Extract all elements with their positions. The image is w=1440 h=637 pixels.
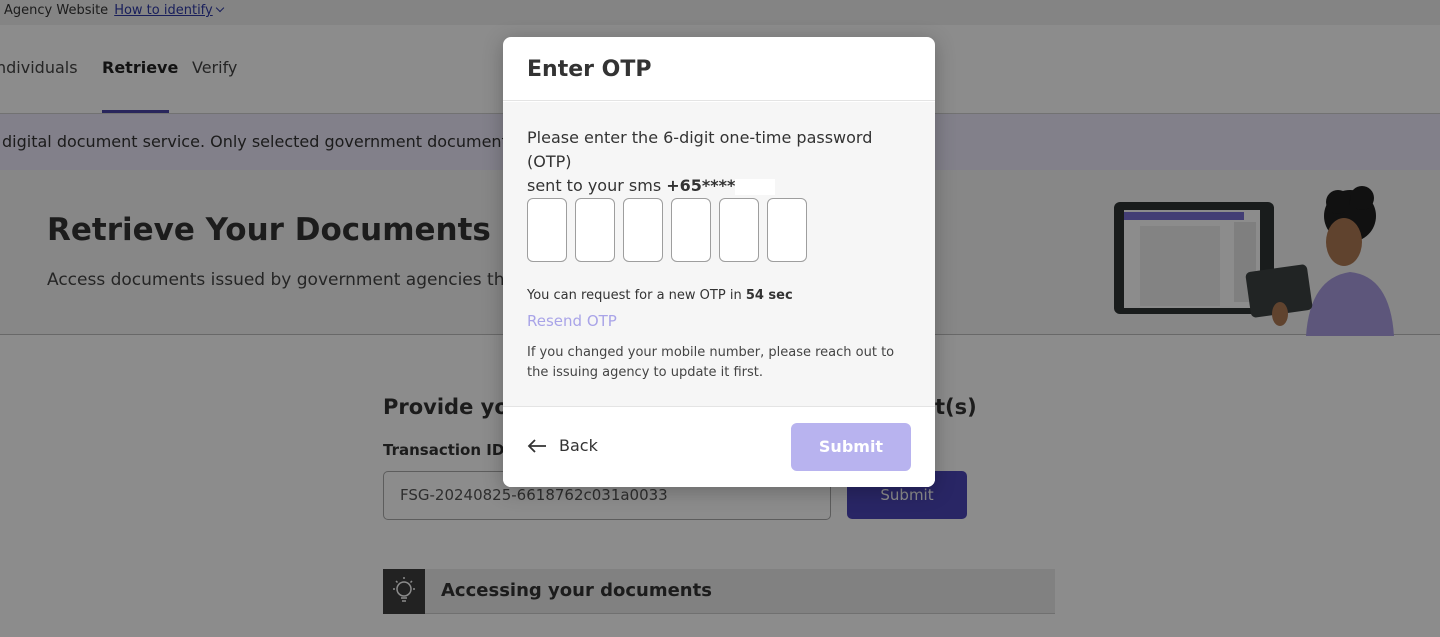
- otp-countdown: You can request for a new OTP in 54 sec: [527, 288, 793, 303]
- modal-title: Enter OTP: [527, 57, 652, 82]
- masked-phone-number: +65****: [666, 176, 736, 195]
- otp-digit-input-4[interactable]: [671, 198, 711, 262]
- back-label: Back: [559, 436, 598, 455]
- modal-footer: Back Submit: [503, 406, 935, 487]
- otp-digit-input-6[interactable]: [767, 198, 807, 262]
- otp-input-group: [527, 198, 807, 262]
- back-button[interactable]: Back: [527, 436, 598, 455]
- otp-digit-input-1[interactable]: [527, 198, 567, 262]
- arrow-left-icon: [527, 438, 546, 453]
- otp-modal: Enter OTP Please enter the 6-digit one-t…: [503, 37, 935, 487]
- countdown-text: You can request for a new OTP in: [527, 288, 746, 303]
- otp-digit-input-3[interactable]: [623, 198, 663, 262]
- otp-instructions-line1: Please enter the 6-digit one-time passwo…: [527, 128, 873, 171]
- redaction-mask: [735, 178, 776, 195]
- mobile-change-hint: If you changed your mobile number, pleas…: [527, 345, 895, 380]
- resend-otp-link[interactable]: Resend OTP: [527, 312, 617, 330]
- otp-instructions: Please enter the 6-digit one-time passwo…: [527, 126, 911, 198]
- otp-submit-button[interactable]: Submit: [791, 423, 911, 471]
- otp-digit-input-5[interactable]: [719, 198, 759, 262]
- modal-header: Enter OTP: [503, 37, 935, 101]
- otp-digit-input-2[interactable]: [575, 198, 615, 262]
- otp-instructions-line2: sent to your sms: [527, 176, 667, 195]
- modal-body: Please enter the 6-digit one-time passwo…: [503, 102, 935, 407]
- countdown-value: 54 sec: [745, 288, 793, 303]
